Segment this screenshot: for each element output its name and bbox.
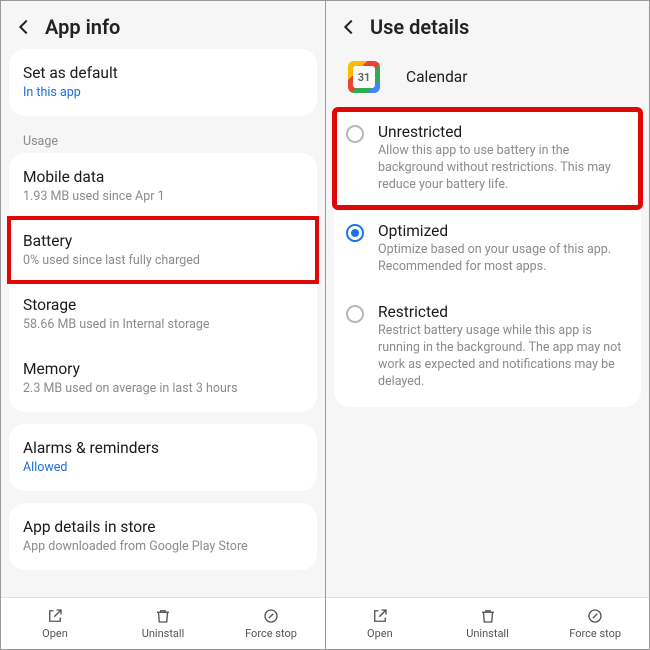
topbar-right: Use details xyxy=(326,1,649,49)
row-sub: Allowed xyxy=(23,460,303,477)
force-stop-button[interactable]: Force stop xyxy=(541,598,649,649)
radio-desc: Restrict battery usage while this app is… xyxy=(378,323,627,391)
btn-label: Uninstall xyxy=(466,627,509,640)
row-app-details[interactable]: App details in store App downloaded from… xyxy=(9,505,317,568)
btn-label: Open xyxy=(367,627,393,640)
radio-icon xyxy=(346,224,364,242)
bottombar-left: Open Uninstall Force stop xyxy=(1,597,325,649)
row-sub: App downloaded from Google Play Store xyxy=(23,539,303,556)
uninstall-button[interactable]: Uninstall xyxy=(109,598,217,649)
app-name: Calendar xyxy=(406,68,468,86)
stop-icon xyxy=(586,607,604,625)
card-alarms: Alarms & reminders Allowed xyxy=(9,424,317,491)
row-sub: In this app xyxy=(23,85,303,102)
btn-label: Force stop xyxy=(245,627,297,640)
radio-title: Optimized xyxy=(378,222,627,240)
open-icon xyxy=(46,607,64,625)
row-mobile-data[interactable]: Mobile data 1.93 MB used since Apr 1 xyxy=(9,155,317,218)
trash-icon xyxy=(154,607,172,625)
btn-label: Uninstall xyxy=(142,627,185,640)
row-title: Set as default xyxy=(23,63,303,83)
pane-app-info: App info Set as default In this app Usag… xyxy=(1,1,325,649)
row-sub: 1.93 MB used since Apr 1 xyxy=(23,189,303,206)
btn-label: Force stop xyxy=(569,627,621,640)
row-set-as-default[interactable]: Set as default In this app xyxy=(9,51,317,114)
back-icon[interactable] xyxy=(338,16,360,38)
row-storage[interactable]: Storage 58.66 MB used in Internal storag… xyxy=(9,282,317,346)
radio-icon xyxy=(346,305,364,323)
card-default: Set as default In this app xyxy=(9,49,317,116)
radio-card: Unrestricted Allow this app to use batte… xyxy=(334,107,641,407)
row-title: Battery xyxy=(23,231,303,251)
row-battery[interactable]: Battery 0% used since last fully charged xyxy=(9,218,317,282)
row-title: Alarms & reminders xyxy=(23,438,303,458)
row-title: Mobile data xyxy=(23,167,303,187)
pane-use-details: Use details Calendar Unrestricted Allow … xyxy=(325,1,649,649)
radio-restricted[interactable]: Restricted Restrict battery usage while … xyxy=(334,289,641,405)
page-title-left: App info xyxy=(45,15,120,39)
force-stop-button[interactable]: Force stop xyxy=(217,598,325,649)
radio-body: Restricted Restrict battery usage while … xyxy=(378,303,627,391)
topbar-left: App info xyxy=(1,1,325,49)
radio-body: Unrestricted Allow this app to use batte… xyxy=(378,123,627,194)
btn-label: Open xyxy=(42,627,68,640)
bottombar-right: Open Uninstall Force stop xyxy=(326,597,649,649)
radio-icon xyxy=(346,125,364,143)
radio-title: Restricted xyxy=(378,303,627,321)
row-title: Storage xyxy=(23,295,303,315)
radio-desc: Allow this app to use battery in the bac… xyxy=(378,143,627,194)
scroll-right: Calendar Unrestricted Allow this app to … xyxy=(326,49,649,597)
open-button[interactable]: Open xyxy=(1,598,109,649)
scroll-left: Set as default In this app Usage Mobile … xyxy=(1,49,325,597)
open-button[interactable]: Open xyxy=(326,598,434,649)
open-icon xyxy=(371,607,389,625)
page-title-right: Use details xyxy=(370,15,469,39)
section-usage-label: Usage xyxy=(9,128,317,153)
radio-body: Optimized Optimize based on your usage o… xyxy=(378,222,627,276)
calendar-icon xyxy=(348,61,380,93)
radio-desc: Optimize based on your usage of this app… xyxy=(378,242,627,276)
row-title: App details in store xyxy=(23,517,303,537)
card-details: App details in store App downloaded from… xyxy=(9,503,317,570)
radio-title: Unrestricted xyxy=(378,123,627,141)
row-sub: 2.3 MB used on average in last 3 hours xyxy=(23,381,303,398)
uninstall-button[interactable]: Uninstall xyxy=(434,598,542,649)
card-usage: Mobile data 1.93 MB used since Apr 1 Bat… xyxy=(9,153,317,412)
row-sub: 0% used since last fully charged xyxy=(23,253,303,270)
stop-icon xyxy=(262,607,280,625)
row-title: Memory xyxy=(23,359,303,379)
app-header: Calendar xyxy=(334,49,641,103)
row-memory[interactable]: Memory 2.3 MB used on average in last 3 … xyxy=(9,346,317,410)
back-icon[interactable] xyxy=(13,16,35,38)
row-sub: 58.66 MB used in Internal storage xyxy=(23,317,303,334)
radio-unrestricted[interactable]: Unrestricted Allow this app to use batte… xyxy=(334,109,641,208)
trash-icon xyxy=(479,607,497,625)
radio-optimized[interactable]: Optimized Optimize based on your usage o… xyxy=(334,208,641,290)
row-alarms[interactable]: Alarms & reminders Allowed xyxy=(9,426,317,489)
